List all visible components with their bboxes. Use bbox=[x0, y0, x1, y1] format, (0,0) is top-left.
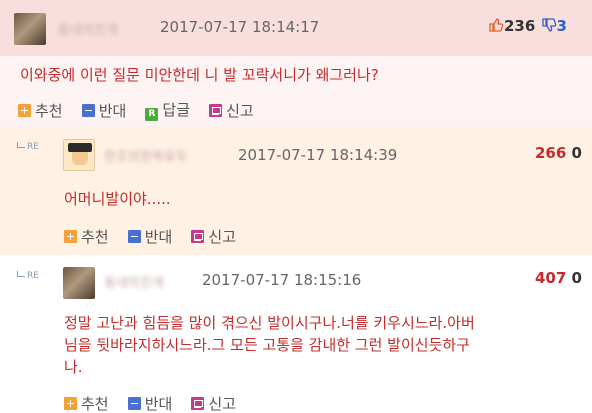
avatar[interactable] bbox=[14, 13, 46, 45]
avatar[interactable] bbox=[63, 267, 95, 299]
reply-indicator: RE bbox=[17, 142, 39, 152]
thumbs-up-icon bbox=[489, 18, 504, 32]
reply-arrow-icon bbox=[17, 271, 25, 277]
plus-icon bbox=[64, 230, 77, 243]
minus-icon bbox=[81, 103, 95, 117]
thumbs-down-icon bbox=[541, 18, 556, 32]
plus-icon bbox=[64, 397, 77, 410]
comment-text-line: 님을 뒷바라지하시느라.그 모든 고통을 감내한 그런 발이신듯하구 bbox=[64, 336, 470, 354]
comment-text: 이와중에 이런 질문 미안한데 니 발 꼬락서니가 왜그러나? bbox=[20, 66, 379, 84]
nickname[interactable]: 동네의친개 bbox=[104, 272, 164, 291]
reply-arrow-icon bbox=[17, 142, 25, 148]
minus-icon bbox=[127, 230, 141, 243]
vote-score: 236 3 bbox=[488, 17, 567, 35]
report-button[interactable]: 신고 bbox=[191, 393, 236, 413]
comment-text: 어머니발이야..... bbox=[64, 190, 171, 208]
comment-text: 정말 고난과 힘듬을 많이 겪으신 발이시구나.너를 키우시느라.아버 님을 뒷… bbox=[64, 312, 475, 378]
down-count: 3 bbox=[556, 17, 567, 35]
up-count: 407 bbox=[535, 269, 567, 287]
oppose-button[interactable]: 반대 bbox=[81, 100, 126, 121]
report-button[interactable]: 신고 bbox=[191, 226, 236, 247]
comment-text-line: 나. bbox=[64, 358, 83, 376]
r-letter-icon: R bbox=[145, 108, 159, 121]
comment-text-line: 정말 고난과 힘듬을 많이 겪으신 발이시구나.너를 키우시느라.아버 bbox=[64, 314, 475, 332]
comment-1: 동네의친개 2017-07-17 18:14:17 236 3 이와중에 이런 … bbox=[0, 0, 592, 127]
report-button[interactable]: 신고 bbox=[209, 100, 254, 121]
minus-icon bbox=[127, 397, 141, 410]
timestamp: 2017-07-17 18:15:16 bbox=[202, 271, 362, 289]
recommend-button[interactable]: 추천 bbox=[64, 393, 109, 413]
up-count: 236 bbox=[504, 17, 536, 35]
comment-2: RE 한조의완복유두 2017-07-17 18:14:39 266 0 어머니… bbox=[0, 127, 592, 255]
oppose-button[interactable]: 반대 bbox=[127, 393, 172, 413]
comment-actions: 추천 반대 신고 bbox=[64, 393, 250, 413]
comment-actions: 추천 반대 R 답글 신고 bbox=[18, 99, 268, 121]
recommend-button[interactable]: 추천 bbox=[18, 100, 63, 121]
plus-icon bbox=[18, 103, 31, 117]
up-count: 266 bbox=[535, 144, 567, 162]
vote-score: 407 0 bbox=[535, 269, 582, 287]
comment-actions: 추천 반대 신고 bbox=[64, 226, 250, 246]
report-icon bbox=[191, 230, 205, 243]
reply-button[interactable]: R 답글 bbox=[145, 99, 190, 121]
timestamp: 2017-07-17 18:14:39 bbox=[238, 146, 398, 164]
report-icon bbox=[209, 103, 223, 117]
oppose-button[interactable]: 반대 bbox=[127, 226, 172, 247]
avatar[interactable] bbox=[63, 139, 95, 171]
down-count: 0 bbox=[571, 144, 582, 162]
down-count: 0 bbox=[571, 269, 582, 287]
report-icon bbox=[191, 397, 205, 410]
recommend-button[interactable]: 추천 bbox=[64, 226, 109, 247]
timestamp: 2017-07-17 18:14:17 bbox=[160, 18, 320, 36]
nickname[interactable]: 동네의친개 bbox=[58, 19, 118, 38]
nickname[interactable]: 한조의완복유두 bbox=[104, 146, 188, 165]
vote-score: 266 0 bbox=[535, 144, 582, 162]
reply-indicator: RE bbox=[17, 271, 39, 281]
comment-3: RE 동네의친개 2017-07-17 18:15:16 407 0 정말 고난… bbox=[0, 255, 592, 413]
